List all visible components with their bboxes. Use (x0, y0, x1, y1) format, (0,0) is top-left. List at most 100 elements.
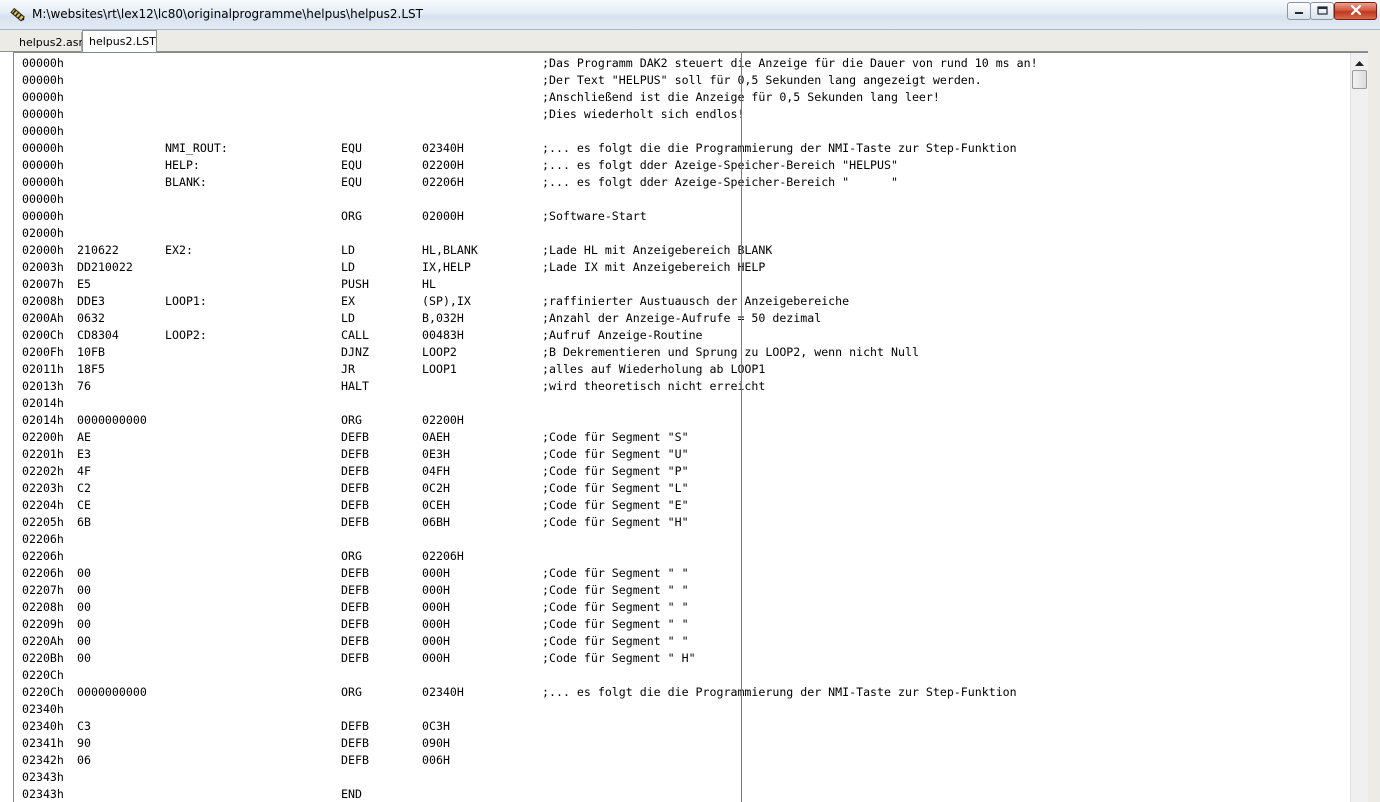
listing-comment: ;Lade HL mit Anzeigebereich BLANK (542, 243, 773, 257)
listing-operands: 000H (422, 634, 450, 648)
listing-line: 02200h AE DEFB 0AEH ;Code für Segment "S" (22, 429, 1347, 446)
listing-operands: 02200H (422, 413, 464, 427)
listing-line: 0220Ch (22, 667, 1347, 684)
listing-address: 00000h (22, 141, 64, 155)
listing-address: 02008h (22, 294, 64, 308)
listing-line: 02003h DD210022 LD IX,HELP ;Lade IX mit Anze… (22, 259, 1347, 276)
listing-line: 02206h ORG 02206H (22, 548, 1347, 565)
listing-mnemonic: EQU (341, 175, 362, 189)
listing-machine-code: CD8304 (77, 328, 119, 342)
listing-operands: 000H (422, 651, 450, 665)
listing-mnemonic: DEFB (341, 719, 369, 733)
listing-mnemonic: JR (341, 362, 355, 376)
listing-comment: ;Software-Start (542, 209, 647, 223)
arrow-up-icon (1355, 53, 1364, 71)
minimize-button[interactable] (1287, 2, 1311, 20)
listing-operands: 0C2H (422, 481, 450, 495)
listing-line: 00000h ;Dies wiederholt sich endlos! (22, 106, 1347, 123)
listing-line: 0220Ch 0000000000 ORG 02340H ;... es folgt d… (22, 684, 1347, 701)
listing-mnemonic: CALL (341, 328, 369, 342)
listing-line: 02205h 6B DEFB 06BH ;Code für Segment "H" (22, 514, 1347, 531)
listing-operands: HL,BLANK (422, 243, 478, 257)
listing-mnemonic: LD (341, 260, 355, 274)
scroll-thumb[interactable] (1352, 70, 1367, 89)
listing-address: 02014h (22, 396, 64, 410)
listing-operands: HL (422, 277, 436, 291)
listing-address: 02013h (22, 379, 64, 393)
scroll-up-button[interactable] (1351, 53, 1368, 70)
listing-address: 00000h (22, 192, 64, 206)
listing-comment: ;Das Programm DAK2 steuert die Anzeige f… (542, 56, 1038, 70)
listing-mnemonic: DEFB (341, 498, 369, 512)
listing-line: 00000h NMI_ROUT: EQU 02340H ;... es folgt di… (22, 140, 1347, 157)
right-margin-line (741, 53, 742, 802)
listing-address: 02206h (22, 549, 64, 563)
window-border (1368, 30, 1380, 802)
listing-machine-code: DDE3 (77, 294, 105, 308)
listing-line: 02201h E3 DEFB 0E3H ;Code für Segment "U" (22, 446, 1347, 463)
listing-mnemonic: DEFB (341, 736, 369, 750)
listing-operands: 000H (422, 600, 450, 614)
listing-machine-code: AE (77, 430, 91, 444)
listing-machine-code: 18F5 (77, 362, 105, 376)
listing-comment: ;Code für Segment "P" (542, 464, 689, 478)
listing-mnemonic: EQU (341, 141, 362, 155)
maximize-button[interactable] (1310, 2, 1334, 20)
listing-comment: ;Code für Segment "U" (542, 447, 689, 461)
listing-mnemonic: DEFB (341, 583, 369, 597)
listing-machine-code: 06 (77, 753, 91, 767)
listing-comment: ;Dies wiederholt sich endlos! (542, 107, 745, 121)
minimize-icon (1294, 2, 1304, 20)
listing-text[interactable]: 00000h ;Das Programm DAK2 steuert die Anz… (22, 55, 1347, 802)
close-icon (1350, 2, 1362, 20)
tab-helpus2-lst[interactable]: helpus2.LST (82, 30, 157, 52)
listing-line: 00000h ;Das Programm DAK2 steuert die Anz… (22, 55, 1347, 72)
listing-mnemonic: ORG (341, 413, 362, 427)
pen-icon (10, 7, 26, 23)
listing-comment: ;Code für Segment " H" (542, 651, 696, 665)
listing-line: 02208h 00 DEFB 000H ;Code für Segment " " (22, 599, 1347, 616)
listing-line: 02209h 00 DEFB 000H ;Code für Segment " " (22, 616, 1347, 633)
listing-machine-code: 00 (77, 600, 91, 614)
listing-operands: 02340H (422, 141, 464, 155)
vertical-scrollbar[interactable] (1350, 53, 1368, 802)
listing-line: 0220Ah 00 DEFB 000H ;Code für Segment " " (22, 633, 1347, 650)
close-button[interactable] (1334, 2, 1377, 20)
tab-helpus2-asm[interactable]: helpus2.asm (13, 32, 89, 52)
listing-address: 02203h (22, 481, 64, 495)
listing-comment: ;Code für Segment "H" (542, 515, 689, 529)
listing-line: 00000h ;Anschließend ist die Anzeige für … (22, 89, 1347, 106)
listing-comment: ;Code für Segment "S" (542, 430, 689, 444)
listing-address: 02207h (22, 583, 64, 597)
listing-operands: 0AEH (422, 430, 450, 444)
listing-address: 02007h (22, 277, 64, 291)
title-bar[interactable]: M:\websites\rt\lex12\lc80\originalprogra… (0, 0, 1380, 30)
listing-line: 00000h (22, 123, 1347, 140)
listing-address: 00000h (22, 209, 64, 223)
listing-machine-code: 00 (77, 634, 91, 648)
window-title: M:\websites\rt\lex12\lc80\originalprogra… (32, 7, 423, 21)
listing-operands: 0C3H (422, 719, 450, 733)
listing-comment: ;Anzahl der Anzeige-Aufrufe = 50 dezimal (542, 311, 822, 325)
listing-address: 0220Ch (22, 685, 64, 699)
listing-operands: 006H (422, 753, 450, 767)
listing-comment: ;... es folgt dder Azeige-Speicher-Berei… (542, 158, 898, 172)
listing-machine-code: 4F (77, 464, 91, 478)
listing-operands: 02340H (422, 685, 464, 699)
listing-line: 02340h C3 DEFB 0C3H (22, 718, 1347, 735)
listing-line: 02342h 06 DEFB 006H (22, 752, 1347, 769)
listing-comment: ;Der Text "HELPUS" soll für 0,5 Sekunden… (542, 73, 982, 87)
listing-mnemonic: DEFB (341, 566, 369, 580)
listing-address: 02209h (22, 617, 64, 631)
maximize-icon (1316, 2, 1328, 20)
tab-bar: helpus2.asm helpus2.LST (0, 30, 1380, 52)
listing-address: 02204h (22, 498, 64, 512)
listing-line: 02008h DDE3 LOOP1: EX (SP),IX ;raffinierter A… (22, 293, 1347, 310)
listing-address: 02011h (22, 362, 64, 376)
listing-machine-code: 00 (77, 651, 91, 665)
listing-line: 02007h E5 PUSH HL (22, 276, 1347, 293)
listing-line: 0200Ah 0632 LD B,032H ;Anzahl der Anzeige-Au… (22, 310, 1347, 327)
listing-line: 02204h CE DEFB 0CEH ;Code für Segment "E" (22, 497, 1347, 514)
listing-machine-code: C3 (77, 719, 91, 733)
listing-comment: ;Lade IX mit Anzeigebereich HELP (542, 260, 766, 274)
